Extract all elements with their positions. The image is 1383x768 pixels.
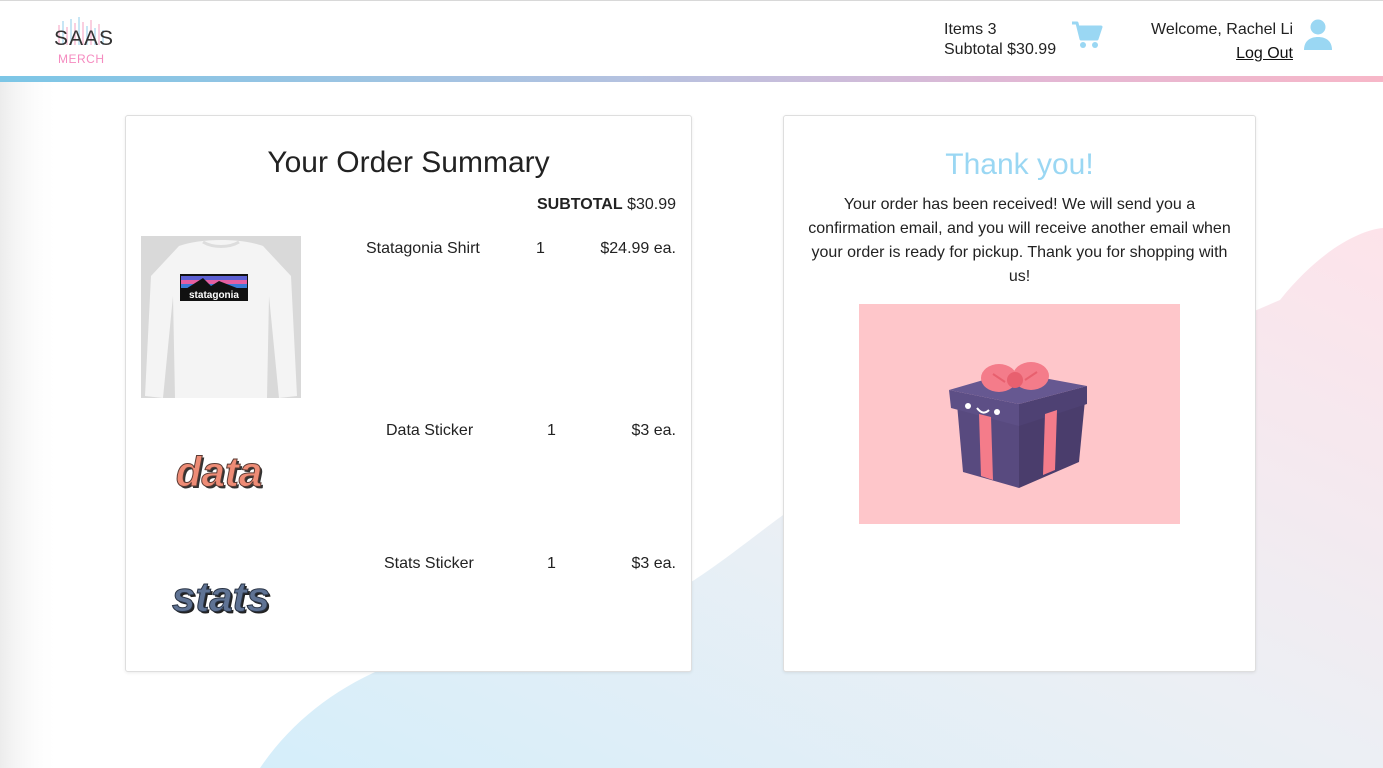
cart-icon[interactable]: [1071, 20, 1103, 50]
item-quantity: 1: [547, 555, 556, 572]
item-name: Stats Sticker: [384, 555, 474, 572]
page-top-border: [0, 0, 1383, 1]
order-subtotal: SUBTOTAL $30.99: [537, 196, 676, 214]
data-sticker-image: data data: [175, 448, 264, 498]
statagonia-shirt-image: statagonia: [141, 236, 301, 398]
user-icon[interactable]: [1303, 19, 1333, 51]
stats-sticker-text: stats: [172, 573, 270, 620]
site-header: SAAS MERCH Items 3 Subtotal $30.99 Welco…: [0, 1, 1383, 76]
cart-summary[interactable]: Items 3 Subtotal $30.99: [944, 20, 1056, 60]
order-summary-title: Your Order Summary: [267, 146, 550, 179]
welcome-text: Welcome, Rachel Li: [1151, 21, 1293, 38]
confirmation-card: Thank you! Your order has been received!…: [783, 115, 1256, 672]
order-summary-card: Your Order Summary SUBTOTAL $30.99 stata…: [125, 115, 692, 672]
item-quantity: 1: [536, 240, 545, 257]
gift-graphic: [949, 362, 1087, 488]
item-price: $3 ea.: [631, 422, 676, 439]
logo-sub: MERCH: [58, 52, 105, 66]
data-sticker-text: data: [176, 448, 262, 495]
subtotal-value: $30.99: [627, 196, 676, 213]
logout-link[interactable]: Log Out: [1151, 42, 1293, 66]
subtotal-label: SUBTOTAL: [536, 196, 623, 213]
item-name: Data Sticker: [386, 422, 474, 439]
logo-word: SAAS: [54, 27, 115, 50]
header-gradient-bar: [0, 76, 1383, 82]
thank-you-title: Thank you!: [945, 148, 1094, 181]
cart-subtotal: Subtotal $30.99: [944, 41, 1057, 58]
cart-items-count: Items 3: [944, 21, 997, 38]
item-price: $24.99 ea.: [600, 240, 676, 257]
user-welcome: Welcome, Rachel Li Log Out: [1151, 18, 1293, 66]
confirmation-message: Your order has been received! We will se…: [808, 196, 1231, 285]
item-price: $3 ea.: [631, 555, 676, 572]
shirt-print-text: statagonia: [189, 290, 239, 301]
item-quantity: 1: [547, 422, 556, 439]
item-name: Statagonia Shirt: [366, 240, 480, 257]
saas-merch-logo[interactable]: SAAS MERCH: [48, 17, 118, 69]
gift-box-illustration: [859, 304, 1180, 524]
stats-sticker-image: stats stats: [171, 573, 272, 623]
